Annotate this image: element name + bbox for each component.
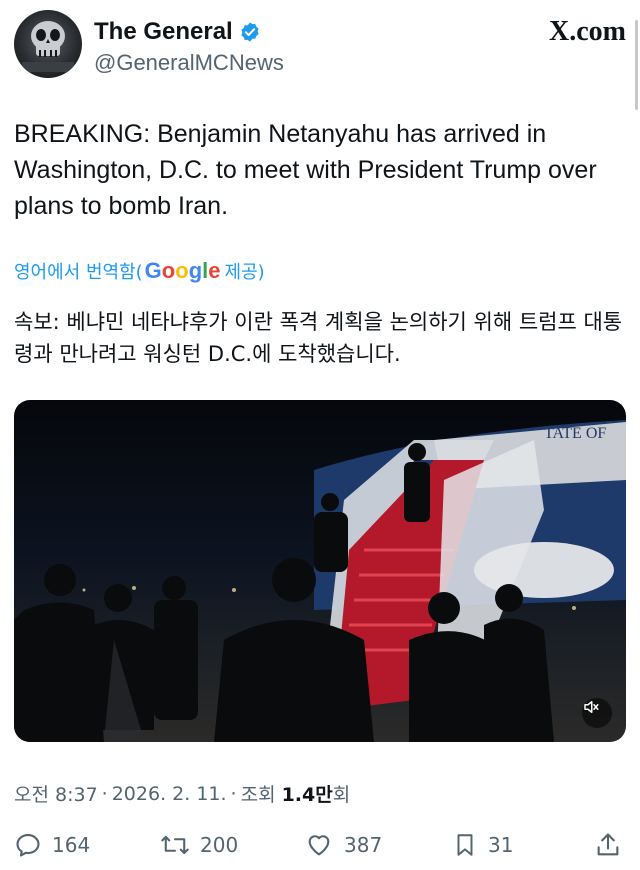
avatar[interactable] [14, 10, 82, 78]
display-name[interactable]: The General [94, 18, 233, 46]
translation-label[interactable]: 영어에서 번역함( Google 제공) [14, 258, 265, 284]
aircraft-lettering: TATE OF [544, 425, 606, 442]
mute-button[interactable] [582, 698, 612, 728]
video-player[interactable]: TATE OF [14, 400, 626, 742]
scrollbar[interactable] [635, 20, 638, 110]
site-logo: X.com [549, 16, 626, 47]
action-bar: 164 200 387 31 [14, 828, 626, 862]
views-count: 1.4만 [281, 784, 333, 806]
share-icon [597, 833, 619, 856]
skull-avatar-icon [22, 21, 74, 72]
share-button[interactable] [594, 828, 632, 862]
post-text: BREAKING: Benjamin Netanyahu has arrived… [14, 120, 597, 220]
post-date[interactable]: 2026. 2. 11. [112, 783, 227, 805]
reply-icon [16, 834, 40, 857]
user-handle[interactable]: @GeneralMCNews [94, 50, 284, 76]
bookmark-icon [457, 834, 473, 856]
views-suffix: 회 [332, 784, 351, 806]
repost-button[interactable]: 200 [160, 828, 238, 862]
reply-count: 164 [52, 833, 91, 857]
translation-suffix: 제공) [224, 262, 265, 283]
like-count: 387 [344, 833, 383, 857]
translation-prefix: 영어에서 번역함( [14, 262, 143, 283]
views-label: 조회 [240, 784, 276, 806]
post-header: The General @GeneralMCNews X.com [14, 10, 626, 80]
bookmark-count: 31 [488, 833, 514, 857]
separator: · [101, 782, 108, 805]
heart-icon [308, 835, 330, 856]
google-logo: Google [144, 258, 221, 283]
video-frame: TATE OF [14, 420, 626, 742]
translated-text: 속보: 베냐민 네타냐후가 이란 폭격 계획을 논의하기 위해 트럼프 대통령과… [14, 310, 623, 366]
post-time[interactable]: 오전 8:37 [14, 780, 98, 807]
post-metadata: 오전 8:37 · 2026. 2. 11. · 조회 1.4만 회 [14, 780, 350, 807]
repost-icon [161, 835, 189, 855]
like-button[interactable]: 387 [304, 828, 382, 862]
mute-icon [584, 701, 599, 713]
bookmark-button[interactable]: 31 [452, 828, 513, 862]
separator: · [230, 782, 237, 805]
repost-count: 200 [200, 833, 239, 857]
verified-badge-icon [241, 22, 259, 42]
reply-button[interactable]: 164 [14, 828, 90, 862]
